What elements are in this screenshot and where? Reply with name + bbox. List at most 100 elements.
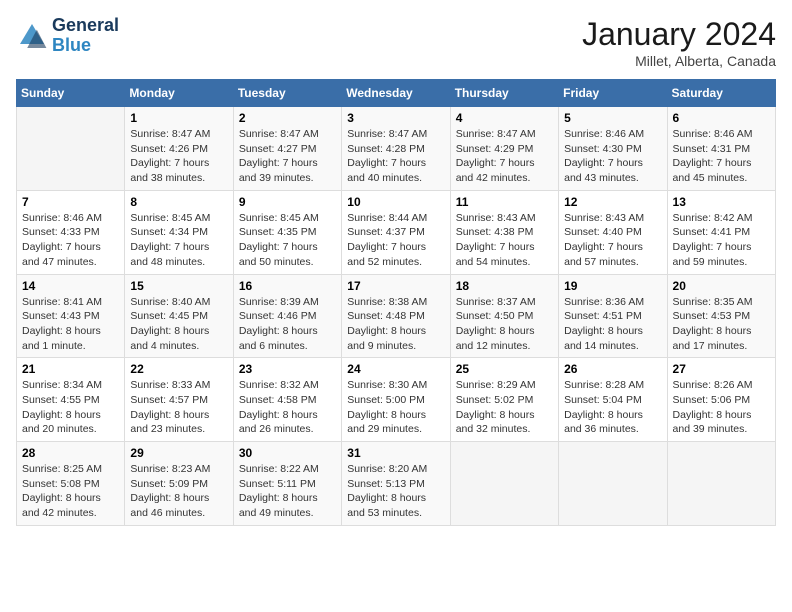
- calendar-cell: 2 Sunrise: 8:47 AM Sunset: 4:27 PM Daylig…: [233, 107, 341, 191]
- calendar-cell: 16 Sunrise: 8:39 AM Sunset: 4:46 PM Dayli…: [233, 274, 341, 358]
- calendar-cell: 30 Sunrise: 8:22 AM Sunset: 5:11 PM Dayli…: [233, 442, 341, 526]
- day-info: Sunrise: 8:37 AM Sunset: 4:50 PM Dayligh…: [456, 295, 553, 354]
- day-info: Sunrise: 8:26 AM Sunset: 5:06 PM Dayligh…: [673, 378, 770, 437]
- calendar-cell: 8Sunrise: 8:45 AM Sunset: 4:34 PM Daylig…: [125, 190, 233, 274]
- location-subtitle: Millet, Alberta, Canada: [582, 53, 776, 69]
- logo: General Blue: [16, 16, 119, 56]
- day-info: Sunrise: 8:38 AM Sunset: 4:48 PM Dayligh…: [347, 295, 444, 354]
- calendar-cell: 11Sunrise: 8:43 AM Sunset: 4:38 PM Dayli…: [450, 190, 558, 274]
- day-info: Sunrise: 8:23 AM Sunset: 5:09 PM Dayligh…: [130, 462, 227, 521]
- day-number: 7: [22, 195, 119, 209]
- day-number: 24: [347, 362, 444, 376]
- day-number: 10: [347, 195, 444, 209]
- day-number: 19: [564, 279, 661, 293]
- day-info: Sunrise: 8:44 AM Sunset: 4:37 PM Dayligh…: [347, 211, 444, 270]
- day-number: 18: [456, 279, 553, 293]
- calendar-cell: 21Sunrise: 8:34 AM Sunset: 4:55 PM Dayli…: [17, 358, 125, 442]
- calendar-cell: 9Sunrise: 8:45 AM Sunset: 4:35 PM Daylig…: [233, 190, 341, 274]
- day-number: 16: [239, 279, 336, 293]
- day-number: 5: [564, 111, 661, 125]
- page-header: General Blue January 2024 Millet, Albert…: [16, 16, 776, 69]
- day-number: 31: [347, 446, 444, 460]
- calendar-header: SundayMondayTuesdayWednesdayThursdayFrid…: [17, 80, 776, 107]
- day-info: Sunrise: 8:29 AM Sunset: 5:02 PM Dayligh…: [456, 378, 553, 437]
- calendar-cell: 13Sunrise: 8:42 AM Sunset: 4:41 PM Dayli…: [667, 190, 775, 274]
- day-info: Sunrise: 8:46 AM Sunset: 4:31 PM Dayligh…: [673, 127, 770, 186]
- day-number: 29: [130, 446, 227, 460]
- weekday-header-friday: Friday: [559, 80, 667, 107]
- day-info: Sunrise: 8:25 AM Sunset: 5:08 PM Dayligh…: [22, 462, 119, 521]
- day-number: 23: [239, 362, 336, 376]
- day-number: 21: [22, 362, 119, 376]
- calendar-cell: [17, 107, 125, 191]
- logo-text: General Blue: [52, 16, 119, 56]
- calendar-cell: 10 Sunrise: 8:44 AM Sunset: 4:37 PM Dayli…: [342, 190, 450, 274]
- day-info: Sunrise: 8:36 AM Sunset: 4:51 PM Dayligh…: [564, 295, 661, 354]
- day-number: 15: [130, 279, 227, 293]
- day-number: 22: [130, 362, 227, 376]
- day-info: Sunrise: 8:40 AM Sunset: 4:45 PM Dayligh…: [130, 295, 227, 354]
- day-number: 20: [673, 279, 770, 293]
- weekday-header-sunday: Sunday: [17, 80, 125, 107]
- day-info: Sunrise: 8:46 AM Sunset: 4:30 PM Dayligh…: [564, 127, 661, 186]
- day-number: 30: [239, 446, 336, 460]
- day-number: 28: [22, 446, 119, 460]
- weekday-header-saturday: Saturday: [667, 80, 775, 107]
- day-info: Sunrise: 8:39 AM Sunset: 4:46 PM Dayligh…: [239, 295, 336, 354]
- calendar-week-row: 28 Sunrise: 8:25 AM Sunset: 5:08 PM Dayli…: [17, 442, 776, 526]
- calendar-cell: 19 Sunrise: 8:36 AM Sunset: 4:51 PM Dayli…: [559, 274, 667, 358]
- calendar-cell: [559, 442, 667, 526]
- day-number: 27: [673, 362, 770, 376]
- calendar-week-row: 1Sunrise: 8:47 AM Sunset: 4:26 PM Daylig…: [17, 107, 776, 191]
- day-number: 4: [456, 111, 553, 125]
- day-number: 3: [347, 111, 444, 125]
- day-number: 14: [22, 279, 119, 293]
- day-info: Sunrise: 8:33 AM Sunset: 4:57 PM Dayligh…: [130, 378, 227, 437]
- day-info: Sunrise: 8:41 AM Sunset: 4:43 PM Dayligh…: [22, 295, 119, 354]
- day-info: Sunrise: 8:42 AM Sunset: 4:41 PM Dayligh…: [673, 211, 770, 270]
- weekday-header-monday: Monday: [125, 80, 233, 107]
- calendar-cell: 26 Sunrise: 8:28 AM Sunset: 5:04 PM Dayli…: [559, 358, 667, 442]
- calendar-cell: 3Sunrise: 8:47 AM Sunset: 4:28 PM Daylig…: [342, 107, 450, 191]
- day-info: Sunrise: 8:30 AM Sunset: 5:00 PM Dayligh…: [347, 378, 444, 437]
- day-number: 6: [673, 111, 770, 125]
- logo-icon: [16, 20, 48, 52]
- weekday-header-tuesday: Tuesday: [233, 80, 341, 107]
- logo-line2: Blue: [52, 36, 119, 56]
- day-info: Sunrise: 8:28 AM Sunset: 5:04 PM Dayligh…: [564, 378, 661, 437]
- calendar-cell: 6 Sunrise: 8:46 AM Sunset: 4:31 PM Daylig…: [667, 107, 775, 191]
- calendar-body: 1Sunrise: 8:47 AM Sunset: 4:26 PM Daylig…: [17, 107, 776, 526]
- calendar-cell: [450, 442, 558, 526]
- day-info: Sunrise: 8:43 AM Sunset: 4:38 PM Dayligh…: [456, 211, 553, 270]
- calendar-cell: 25Sunrise: 8:29 AM Sunset: 5:02 PM Dayli…: [450, 358, 558, 442]
- calendar-cell: 31 Sunrise: 8:20 AM Sunset: 5:13 PM Dayli…: [342, 442, 450, 526]
- calendar-cell: 20 Sunrise: 8:35 AM Sunset: 4:53 PM Dayli…: [667, 274, 775, 358]
- day-info: Sunrise: 8:43 AM Sunset: 4:40 PM Dayligh…: [564, 211, 661, 270]
- day-info: Sunrise: 8:35 AM Sunset: 4:53 PM Dayligh…: [673, 295, 770, 354]
- day-number: 17: [347, 279, 444, 293]
- month-title: January 2024: [582, 16, 776, 53]
- calendar-cell: 23 Sunrise: 8:32 AM Sunset: 4:58 PM Dayli…: [233, 358, 341, 442]
- calendar-week-row: 7 Sunrise: 8:46 AM Sunset: 4:33 PM Daylig…: [17, 190, 776, 274]
- day-info: Sunrise: 8:32 AM Sunset: 4:58 PM Dayligh…: [239, 378, 336, 437]
- calendar-cell: 14 Sunrise: 8:41 AM Sunset: 4:43 PM Dayli…: [17, 274, 125, 358]
- day-info: Sunrise: 8:20 AM Sunset: 5:13 PM Dayligh…: [347, 462, 444, 521]
- calendar-cell: 15 Sunrise: 8:40 AM Sunset: 4:45 PM Dayli…: [125, 274, 233, 358]
- day-number: 26: [564, 362, 661, 376]
- day-info: Sunrise: 8:47 AM Sunset: 4:27 PM Dayligh…: [239, 127, 336, 186]
- calendar-cell: 5 Sunrise: 8:46 AM Sunset: 4:30 PM Daylig…: [559, 107, 667, 191]
- calendar-cell: 29 Sunrise: 8:23 AM Sunset: 5:09 PM Dayli…: [125, 442, 233, 526]
- day-number: 12: [564, 195, 661, 209]
- calendar-cell: 17 Sunrise: 8:38 AM Sunset: 4:48 PM Dayli…: [342, 274, 450, 358]
- calendar-cell: 27 Sunrise: 8:26 AM Sunset: 5:06 PM Dayli…: [667, 358, 775, 442]
- day-number: 2: [239, 111, 336, 125]
- day-number: 8: [130, 195, 227, 209]
- day-info: Sunrise: 8:46 AM Sunset: 4:33 PM Dayligh…: [22, 211, 119, 270]
- calendar-week-row: 14 Sunrise: 8:41 AM Sunset: 4:43 PM Dayli…: [17, 274, 776, 358]
- calendar-cell: 18 Sunrise: 8:37 AM Sunset: 4:50 PM Dayli…: [450, 274, 558, 358]
- calendar-cell: 24 Sunrise: 8:30 AM Sunset: 5:00 PM Dayli…: [342, 358, 450, 442]
- day-info: Sunrise: 8:22 AM Sunset: 5:11 PM Dayligh…: [239, 462, 336, 521]
- day-info: Sunrise: 8:47 AM Sunset: 4:29 PM Dayligh…: [456, 127, 553, 186]
- weekday-header-thursday: Thursday: [450, 80, 558, 107]
- calendar-cell: 28 Sunrise: 8:25 AM Sunset: 5:08 PM Dayli…: [17, 442, 125, 526]
